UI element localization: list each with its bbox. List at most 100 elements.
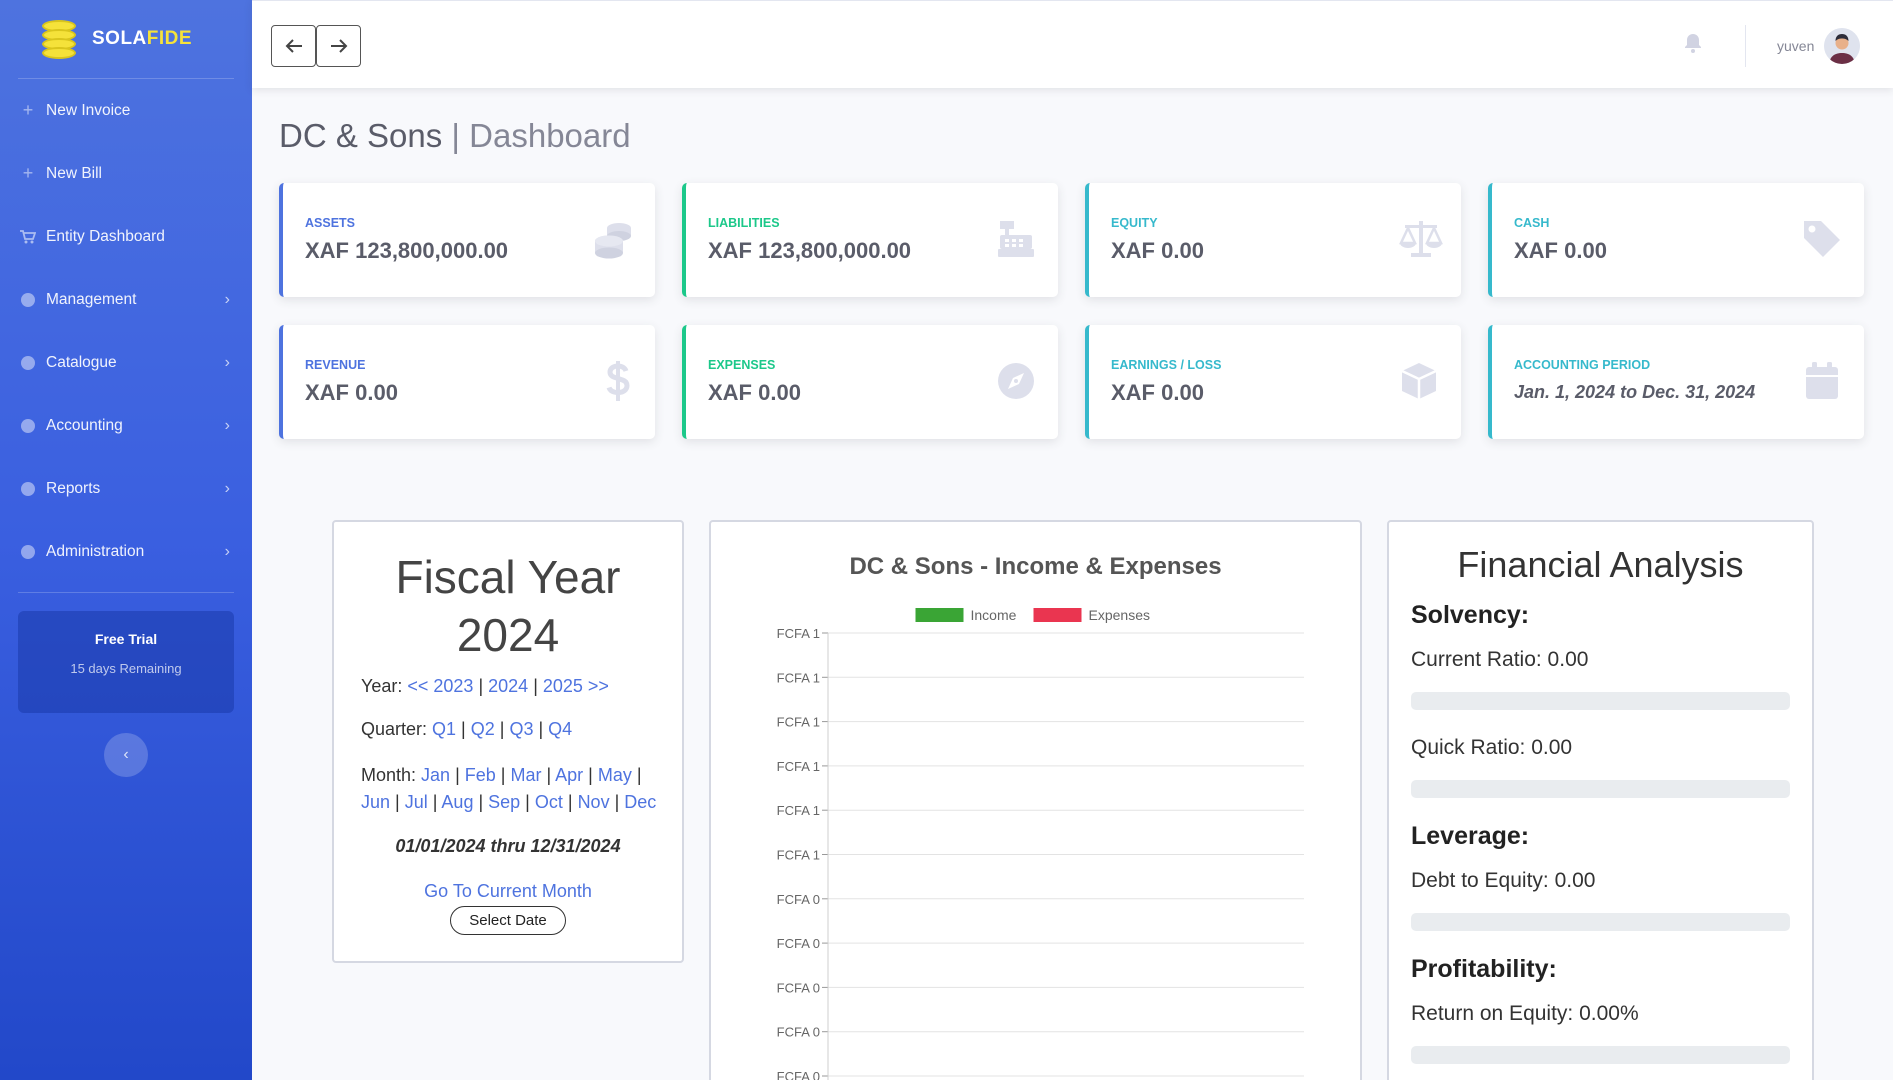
brand[interactable]: SOLAFIDE: [0, 0, 252, 78]
leverage-heading: Leverage:: [1411, 822, 1530, 850]
prev-year-link[interactable]: << 2023: [407, 676, 473, 696]
debt-to-equity-progress: [1411, 913, 1790, 931]
fiscal-year-title: Fiscal Year 2024: [395, 551, 621, 661]
sidebar-item-entity-dashboard[interactable]: Entity Dashboard: [0, 205, 252, 268]
fiscal-year-panel: Fiscal Year 2024 Year: << 2023 | 2024 | …: [332, 520, 684, 963]
y-tick-label: FCFA 1: [777, 670, 820, 685]
financial-analysis-title: Financial Analysis: [1457, 544, 1744, 585]
card-value: XAF 0.00: [305, 380, 398, 405]
quarter-link-q4[interactable]: Q4: [548, 719, 572, 739]
revenue-card: REVENUE XAF 0.00: [279, 325, 655, 439]
year-selector: Year: << 2023 | 2024 | 2025 >>: [361, 676, 609, 696]
select-date-button[interactable]: Select Date: [450, 906, 566, 935]
sidebar-item-label: New Bill: [46, 164, 102, 182]
chevron-right-icon: ›: [224, 416, 230, 434]
sidebar-item-catalogue[interactable]: Catalogue ›: [0, 331, 252, 394]
card-label: EQUITY: [1111, 216, 1158, 230]
month-link-sep[interactable]: Sep: [488, 792, 520, 812]
month-link-nov[interactable]: Nov: [578, 792, 610, 812]
quick-ratio-progress: [1411, 780, 1790, 798]
brand-name: SOLAFIDE: [92, 28, 193, 49]
sidebar-item-new-bill[interactable]: + New Bill: [0, 142, 252, 205]
quick-ratio-label: Quick Ratio: 0.00: [1411, 736, 1573, 759]
sidebar-item-new-invoice[interactable]: + New Invoice: [0, 79, 252, 142]
sidebar-item-label: Catalogue: [46, 353, 117, 371]
card-label: EARNINGS / LOSS: [1111, 358, 1222, 372]
sidebar-item-label: Entity Dashboard: [46, 227, 165, 245]
financial-analysis-panel: Financial Analysis Solvency: Current Rat…: [1387, 520, 1814, 1080]
quarter-label: Quarter:: [361, 719, 433, 739]
y-tick-label: FCFA 1: [777, 848, 820, 863]
card-value: XAF 0.00: [708, 380, 801, 405]
month-link-dec[interactable]: Dec: [624, 792, 656, 812]
current-ratio-progress: [1411, 692, 1790, 710]
coins-logo-icon: [40, 18, 78, 60]
card-value: XAF 0.00: [1111, 380, 1204, 405]
current-year-link[interactable]: 2024: [488, 676, 528, 696]
month-link-jun[interactable]: Jun: [361, 792, 390, 812]
card-value: XAF 0.00: [1111, 238, 1204, 263]
month-selector: Month: Jan | Feb | Mar | Apr | May | Jun …: [361, 765, 657, 812]
chevron-right-icon: ›: [224, 542, 230, 560]
quarter-link-q1[interactable]: Q1: [432, 719, 456, 739]
income-expenses-chart-panel: DC & Sons - Income & Expenses Income Expen…: [709, 520, 1362, 1080]
history-nav: [271, 25, 361, 67]
coins-icon: [593, 219, 633, 259]
quarter-link-q2[interactable]: Q2: [471, 719, 495, 739]
sidebar-item-reports[interactable]: Reports ›: [0, 457, 252, 520]
sidebar-item-management[interactable]: Management ›: [0, 268, 252, 331]
card-value: XAF 123,800,000.00: [708, 238, 912, 263]
back-button[interactable]: [271, 25, 316, 67]
forward-button[interactable]: [316, 25, 361, 67]
chevron-right-icon: ›: [224, 479, 230, 497]
cash-register-icon: [996, 219, 1036, 259]
sidebar-item-accounting[interactable]: Accounting ›: [0, 394, 252, 457]
month-link-may[interactable]: May: [598, 765, 632, 785]
solvency-heading: Solvency:: [1411, 601, 1530, 629]
y-tick-label: FCFA 1: [777, 759, 820, 774]
month-link-jan[interactable]: Jan: [421, 765, 450, 785]
arrow-left-icon: [285, 39, 302, 53]
sidebar-toggle-button[interactable]: ‹: [104, 733, 148, 777]
chevron-right-icon: ›: [224, 290, 230, 308]
legend-swatch-expenses: [1033, 608, 1082, 622]
cash-card: CASH XAF 0.00: [1488, 183, 1864, 297]
bell-icon[interactable]: [1684, 33, 1704, 55]
circle-icon: [20, 544, 36, 560]
month-link-mar[interactable]: Mar: [510, 765, 541, 785]
plus-icon: +: [22, 100, 34, 120]
y-tick-label: FCFA 0: [777, 936, 820, 951]
month-link-apr[interactable]: Apr: [555, 765, 583, 785]
chart-title: DC & Sons - Income & Expenses: [849, 553, 1221, 580]
trial-title: Free Trial: [94, 631, 158, 647]
legend-swatch-income: [915, 608, 964, 622]
sidebar-item-label: Accounting: [46, 416, 123, 434]
dollar-icon: [593, 361, 633, 401]
circle-icon: [20, 292, 36, 308]
balance-scale-icon: [1399, 219, 1443, 259]
quarter-link-q3[interactable]: Q3: [509, 719, 533, 739]
free-trial-box: Free Trial 15 days Remaining: [18, 611, 234, 713]
month-link-aug[interactable]: Aug: [441, 792, 473, 812]
y-tick-label: FCFA 1: [777, 803, 820, 818]
sidebar-item-administration[interactable]: Administration ›: [0, 520, 252, 583]
next-year-link[interactable]: 2025 >>: [543, 676, 609, 696]
card-value: Jan. 1, 2024 to Dec. 31, 2024: [1514, 382, 1756, 402]
card-label: CASH: [1514, 216, 1550, 230]
user-menu[interactable]: yuven: [1777, 28, 1861, 64]
go-to-current-month-link[interactable]: Go To Current Month: [334, 881, 682, 902]
debt-to-equity-label: Debt to Equity: 0.00: [1411, 869, 1596, 892]
circle-icon: [20, 481, 36, 497]
month-link-oct[interactable]: Oct: [535, 792, 563, 812]
y-tick-label: FCFA 1: [777, 715, 820, 730]
month-link-feb[interactable]: Feb: [465, 765, 496, 785]
card-label: ACCOUNTING PERIOD: [1514, 358, 1651, 372]
calendar-icon: [1802, 361, 1842, 401]
month-link-jul[interactable]: Jul: [405, 792, 428, 812]
box-icon: [1399, 361, 1439, 401]
current-ratio-label: Current Ratio: 0.00: [1411, 648, 1589, 671]
card-label: LIABILITIES: [708, 216, 780, 230]
card-value: XAF 123,800,000.00: [305, 238, 509, 263]
card-label: ASSETS: [305, 216, 356, 230]
compass-icon: [996, 361, 1036, 401]
